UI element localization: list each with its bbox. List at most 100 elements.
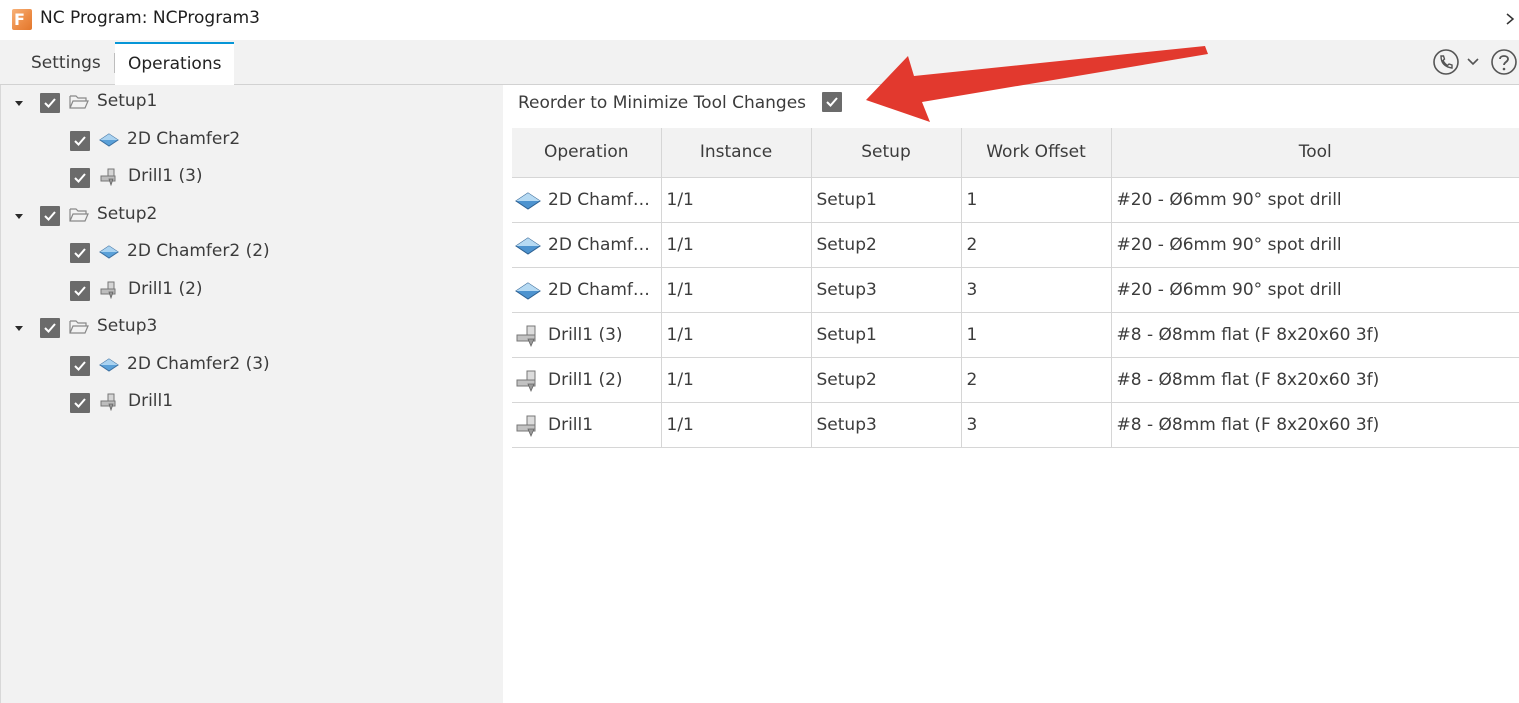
cell-instance: 1/1 — [661, 222, 812, 268]
cell-operation: Drill1 — [512, 402, 662, 448]
column-header-instance[interactable]: Instance — [661, 128, 812, 178]
tab-settings[interactable]: Settings — [16, 42, 116, 84]
collapse-arrow-icon[interactable] — [15, 101, 23, 106]
tree-node-operation[interactable]: 2D Chamfer2 (3) — [1, 351, 504, 381]
column-header-setup[interactable]: Setup — [811, 128, 962, 178]
tree-node-operation[interactable]: Drill1 (2) — [1, 276, 504, 306]
cell-setup: Setup2 — [811, 357, 962, 403]
tree-node-operation[interactable]: Drill1 (3) — [1, 163, 504, 193]
cell-operation: Drill1 (2) — [512, 357, 662, 403]
column-header-tool[interactable]: Tool — [1111, 128, 1519, 178]
cell-operation: 2D Chamfer2 — [512, 177, 662, 223]
cell-tool: #20 - Ø6mm 90° spot drill — [1111, 177, 1519, 223]
cell-setup: Setup3 — [811, 267, 962, 313]
cell-instance: 1/1 — [661, 402, 812, 448]
operation-name: 2D Chamfe... — [548, 234, 660, 255]
reorder-checkbox[interactable] — [822, 92, 842, 112]
chevron-right-icon[interactable] — [1503, 8, 1517, 30]
annotation-arrow-icon — [866, 46, 1208, 122]
fusion-app-icon: F — [12, 9, 32, 30]
cell-work-offset: 3 — [961, 402, 1112, 448]
tree-checkbox[interactable] — [40, 206, 60, 226]
column-header-operation[interactable]: Operation — [512, 128, 662, 178]
tree-checkbox[interactable] — [40, 318, 60, 338]
cell-work-offset: 1 — [961, 177, 1112, 223]
tree-node-setup[interactable]: Setup1 — [1, 88, 504, 118]
tree-checkbox[interactable] — [70, 168, 90, 188]
tree-label: Drill1 (3) — [128, 166, 203, 186]
tree-checkbox[interactable] — [70, 281, 90, 301]
cell-setup: Setup1 — [811, 177, 962, 223]
cell-tool: #8 - Ø8mm flat (F 8x20x60 3f) — [1111, 402, 1519, 448]
folder-open-icon — [69, 95, 89, 109]
help-icon[interactable] — [1490, 48, 1518, 76]
cell-operation: 2D Chamfe... — [512, 222, 662, 268]
collapse-arrow-icon[interactable] — [15, 214, 23, 219]
tree-checkbox[interactable] — [70, 243, 90, 263]
cell-work-offset: 2 — [961, 357, 1112, 403]
chamfer-icon — [99, 358, 119, 372]
chamfer-icon — [99, 245, 119, 259]
cell-tool: #8 - Ø8mm flat (F 8x20x60 3f) — [1111, 312, 1519, 358]
chamfer-icon — [99, 133, 119, 147]
cell-operation: Drill1 (3) — [512, 312, 662, 358]
table-row[interactable]: Drill1 (2) 1/1 Setup2 2 #8 - Ø8mm flat (… — [512, 357, 1519, 403]
tree-checkbox[interactable] — [40, 93, 60, 113]
cell-setup: Setup2 — [811, 222, 962, 268]
chamfer-icon — [515, 281, 541, 300]
table-row[interactable]: 2D Chamfer2 1/1 Setup1 1 #20 - Ø6mm 90° … — [512, 177, 1519, 223]
table-row[interactable]: 2D Chamfe... 1/1 Setup3 3 #20 - Ø6mm 90°… — [512, 267, 1519, 313]
operations-tree: Setup1 2D Chamfer2 Drill1 (3) Setup2 2D … — [0, 85, 503, 703]
tree-node-operation[interactable]: 2D Chamfer2 — [1, 126, 504, 156]
operation-name: 2D Chamfer2 — [548, 189, 661, 210]
operation-name: Drill1 (2) — [548, 369, 623, 390]
cell-tool: #8 - Ø8mm flat (F 8x20x60 3f) — [1111, 357, 1519, 403]
tree-node-setup[interactable]: Setup2 — [1, 201, 504, 231]
chamfer-icon — [515, 191, 541, 210]
cell-instance: 1/1 — [661, 357, 812, 403]
cell-instance: 1/1 — [661, 312, 812, 358]
collapse-arrow-icon[interactable] — [15, 326, 23, 331]
chevron-down-icon[interactable] — [1466, 56, 1480, 68]
cell-instance: 1/1 — [661, 177, 812, 223]
tree-node-operation[interactable]: 2D Chamfer2 (2) — [1, 238, 504, 268]
tree-checkbox[interactable] — [70, 393, 90, 413]
tree-label: 2D Chamfer2 (3) — [127, 354, 270, 374]
window-title: NC Program: NCProgram3 — [40, 8, 260, 28]
cell-work-offset: 1 — [961, 312, 1112, 358]
drill-icon — [100, 281, 116, 299]
tree-label: Drill1 — [128, 391, 174, 411]
column-header-work-offset[interactable]: Work Offset — [961, 128, 1112, 178]
drill-icon — [100, 168, 116, 186]
folder-open-icon — [69, 208, 89, 222]
tree-label: Setup2 — [97, 204, 158, 224]
table-row[interactable]: Drill1 1/1 Setup3 3 #8 - Ø8mm flat (F 8x… — [512, 402, 1519, 448]
drill-icon — [516, 370, 536, 392]
cell-tool: #20 - Ø6mm 90° spot drill — [1111, 222, 1519, 268]
drill-icon — [516, 325, 536, 347]
tab-operations[interactable]: Operations — [115, 42, 235, 85]
chamfer-icon — [515, 236, 541, 255]
reorder-label: Reorder to Minimize Tool Changes — [518, 93, 807, 113]
table-header-row: Operation Instance Setup Work Offset Too… — [512, 128, 1519, 178]
operation-name: Drill1 — [548, 414, 594, 435]
tree-node-setup[interactable]: Setup3 — [1, 313, 504, 343]
tree-label: 2D Chamfer2 — [127, 129, 241, 149]
cell-tool: #20 - Ø6mm 90° spot drill — [1111, 267, 1519, 313]
table-row[interactable]: 2D Chamfe... 1/1 Setup2 2 #20 - Ø6mm 90°… — [512, 222, 1519, 268]
tree-checkbox[interactable] — [70, 131, 90, 151]
title-bar: F NC Program: NCProgram3 — [0, 0, 1519, 40]
tree-label: Setup1 — [97, 91, 158, 111]
phone-icon[interactable] — [1432, 48, 1460, 76]
tree-node-operation[interactable]: Drill1 — [1, 388, 504, 418]
operation-name: Drill1 (3) — [548, 324, 623, 345]
cell-work-offset: 3 — [961, 267, 1112, 313]
tree-checkbox[interactable] — [70, 356, 90, 376]
operation-name: 2D Chamfe... — [548, 279, 660, 300]
tree-label: Setup3 — [97, 316, 158, 336]
operations-table: Operation Instance Setup Work Offset Too… — [512, 128, 1519, 448]
table-row[interactable]: Drill1 (3) 1/1 Setup1 1 #8 - Ø8mm flat (… — [512, 312, 1519, 358]
cell-instance: 1/1 — [661, 267, 812, 313]
cell-setup: Setup1 — [811, 312, 962, 358]
cell-setup: Setup3 — [811, 402, 962, 448]
